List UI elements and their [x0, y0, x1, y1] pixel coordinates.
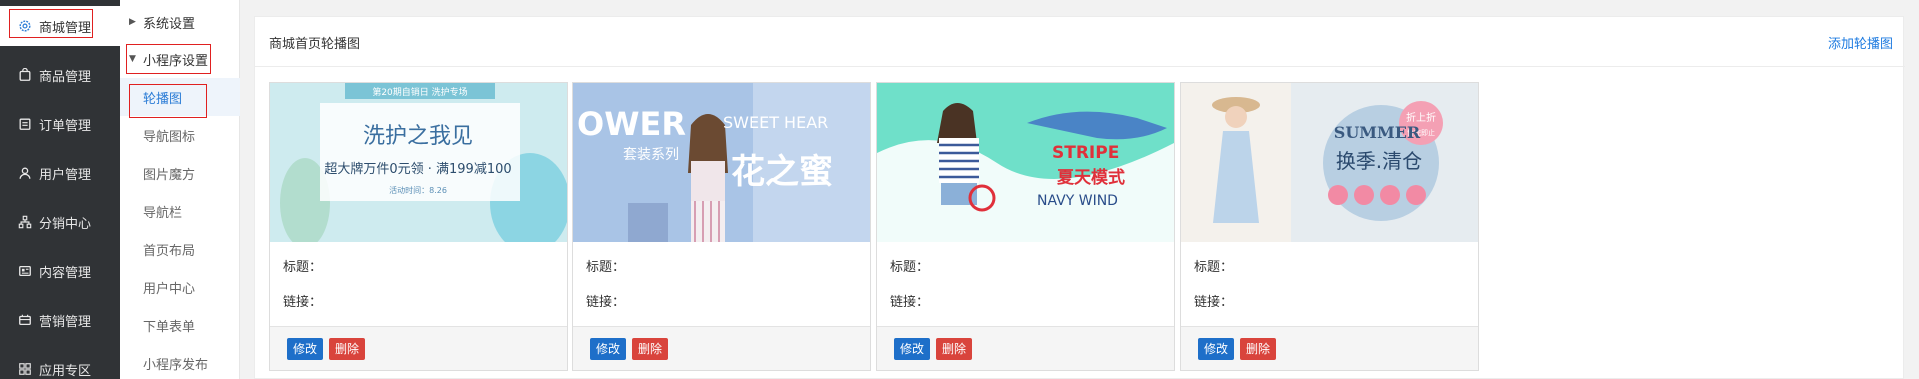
delete-button[interactable]: 删除 — [632, 338, 669, 360]
sidebar-item-label: 商城管理 — [39, 20, 92, 36]
carousel-card: STRIPE 夏天模式 NAVY WIND 标题： 链接： 修改 删除 — [876, 82, 1175, 371]
banner-headline: 夏天模式 — [1057, 167, 1125, 188]
carousel-card: 第20期自销日 洗护专场 洗护之我见 超大牌万件0元领 · 满199减100 活… — [269, 82, 568, 371]
submenu-label: 下单表单 — [143, 319, 196, 335]
banner-top-text: SUMMER — [1334, 123, 1421, 142]
banner-subline: SWEET HEAR — [723, 113, 828, 132]
sidebar-item-label: 营销管理 — [39, 314, 92, 330]
edit-button[interactable]: 修改 — [287, 338, 324, 360]
card-footer: 修改 删除 — [1181, 326, 1478, 370]
sidebar-item-label: 商品管理 — [39, 69, 92, 85]
submenu-label: 用户中心 — [143, 281, 196, 297]
add-carousel-link[interactable]: 添加轮播图 — [1828, 33, 1893, 52]
banner-subline: NAVY WIND — [1037, 193, 1118, 209]
sidebar-item-content-management[interactable]: 内容管理 — [0, 251, 120, 291]
banner-image[interactable]: 折上折 售完即止 SUMMER 换季.清仓 — [1181, 83, 1478, 242]
sidebar-item-label: 分销中心 — [39, 216, 92, 232]
card-title-label: 标题： — [890, 260, 930, 275]
delete-button[interactable]: 删除 — [329, 338, 366, 360]
edit-button[interactable]: 修改 — [1198, 338, 1235, 360]
sidebar-item-mall-management[interactable]: 商城管理 — [0, 6, 120, 46]
submenu-item-navbar[interactable]: 导航栏 — [120, 192, 240, 230]
banner-foot-text: 活动时间：8.26 — [389, 185, 447, 195]
marketing-icon — [17, 312, 33, 328]
carousel-panel: 商城首页轮播图 添加轮播图 第20期自销日 洗护专场 洗护之我见 超大牌万件0元… — [254, 16, 1905, 379]
banner-image[interactable]: STRIPE 夏天模式 NAVY WIND — [877, 83, 1174, 242]
bag-icon — [17, 67, 33, 83]
sidebar-item-label: 用户管理 — [39, 167, 92, 183]
sidebar-item-label: 订单管理 — [39, 118, 92, 134]
card-title-label: 标题： — [283, 260, 323, 275]
submenu-label: 导航图标 — [143, 129, 196, 145]
card-title-label: 标题： — [1194, 260, 1234, 275]
card-footer: 修改 删除 — [270, 326, 567, 370]
edit-button[interactable]: 修改 — [894, 338, 931, 360]
submenu-item-miniapp-publish[interactable]: 小程序发布 — [120, 344, 240, 379]
caret-right-icon: ▶ — [129, 17, 136, 27]
sidebar-item-distribution-center[interactable]: 分销中心 — [0, 202, 120, 242]
content-icon — [17, 263, 33, 279]
network-icon — [17, 214, 33, 230]
submenu-label: 小程序发布 — [143, 357, 209, 373]
submenu-item-user-center[interactable]: 用户中心 — [120, 268, 240, 306]
user-icon — [17, 165, 33, 181]
submenu-label: 小程序设置 — [143, 53, 209, 69]
caret-down-icon: ▼ — [129, 54, 136, 64]
banner-headline: 换季.清仓 — [1336, 149, 1422, 173]
banner-top-text: STRIPE — [1052, 143, 1119, 163]
delete-button[interactable]: 删除 — [1240, 338, 1277, 360]
submenu-label: 图片魔方 — [143, 167, 196, 183]
banner-big-text: 花之蜜 — [731, 152, 833, 192]
banner-image[interactable]: 第20期自销日 洗护专场 洗护之我见 超大牌万件0元领 · 满199减100 活… — [270, 83, 567, 242]
sidebar-item-goods-management[interactable]: 商品管理 — [0, 55, 120, 95]
banner-headline: 套装系列 — [623, 147, 679, 163]
card-footer: 修改 删除 — [573, 326, 870, 370]
carousel-card: 折上折 售完即止 SUMMER 换季.清仓 标题： 链接： 修改 删除 — [1180, 82, 1479, 371]
page-title: 商城首页轮播图 — [269, 37, 361, 52]
submenu-label: 首页布局 — [143, 243, 196, 259]
banner-top-text: OWER — [577, 105, 686, 143]
sidebar-item-label: 内容管理 — [39, 265, 92, 281]
main-sidebar: 商城管理 商品管理 订单管理 用户管理 分销中心 内容管理 营销管理 应用专区 — [0, 0, 120, 379]
card-link-label: 链接： — [890, 295, 930, 310]
card-link-label: 链接： — [283, 295, 323, 310]
submenu-system-settings[interactable]: ▶ 系统设置 — [120, 3, 240, 41]
sidebar-item-order-management[interactable]: 订单管理 — [0, 104, 120, 144]
edit-button[interactable]: 修改 — [590, 338, 627, 360]
submenu-item-order-form[interactable]: 下单表单 — [120, 306, 240, 344]
card-footer: 修改 删除 — [877, 326, 1174, 370]
card-title-label: 标题： — [586, 260, 626, 275]
submenu-item-nav-icons[interactable]: 导航图标 — [120, 116, 240, 154]
banner-image[interactable]: OWER SWEET HEAR 套装系列 花之蜜 — [573, 83, 870, 242]
card-link-label: 链接： — [1194, 295, 1234, 310]
sidebar-item-marketing-management[interactable]: 营销管理 — [0, 300, 120, 340]
banner-top-text: 第20期自销日 洗护专场 — [372, 86, 467, 98]
banner-subline: 超大牌万件0元领 · 满199减100 — [324, 161, 511, 177]
sidebar-item-label: 应用专区 — [39, 363, 92, 379]
gear-icon — [17, 18, 33, 34]
sidebar-item-user-management[interactable]: 用户管理 — [0, 153, 120, 193]
carousel-card: OWER SWEET HEAR 套装系列 花之蜜 标题： 链接： 修改 删除 — [572, 82, 871, 371]
order-icon — [17, 116, 33, 132]
app-root: 商城管理 商品管理 订单管理 用户管理 分销中心 内容管理 营销管理 应用专区 … — [0, 0, 1919, 379]
submenu-item-home-layout[interactable]: 首页布局 — [120, 230, 240, 268]
panel-header: 商城首页轮播图 添加轮播图 — [255, 17, 1905, 67]
submenu-label: 导航栏 — [143, 205, 183, 221]
card-link-label: 链接： — [586, 295, 626, 310]
settings-submenu: ▶ 系统设置 ▼ 小程序设置 轮播图 导航图标 图片魔方 导航栏 首页布局 用户… — [120, 0, 240, 379]
submenu-label: 系统设置 — [143, 16, 196, 32]
banner-headline: 洗护之我见 — [363, 124, 473, 149]
submenu-label: 轮播图 — [143, 91, 183, 107]
submenu-miniapp-settings[interactable]: ▼ 小程序设置 — [120, 40, 240, 78]
delete-button[interactable]: 删除 — [936, 338, 973, 360]
submenu-item-image-cube[interactable]: 图片魔方 — [120, 154, 240, 192]
sidebar-item-app-zone[interactable]: 应用专区 — [0, 349, 120, 379]
submenu-item-carousel[interactable]: 轮播图 — [120, 78, 240, 116]
apps-icon — [17, 361, 33, 377]
